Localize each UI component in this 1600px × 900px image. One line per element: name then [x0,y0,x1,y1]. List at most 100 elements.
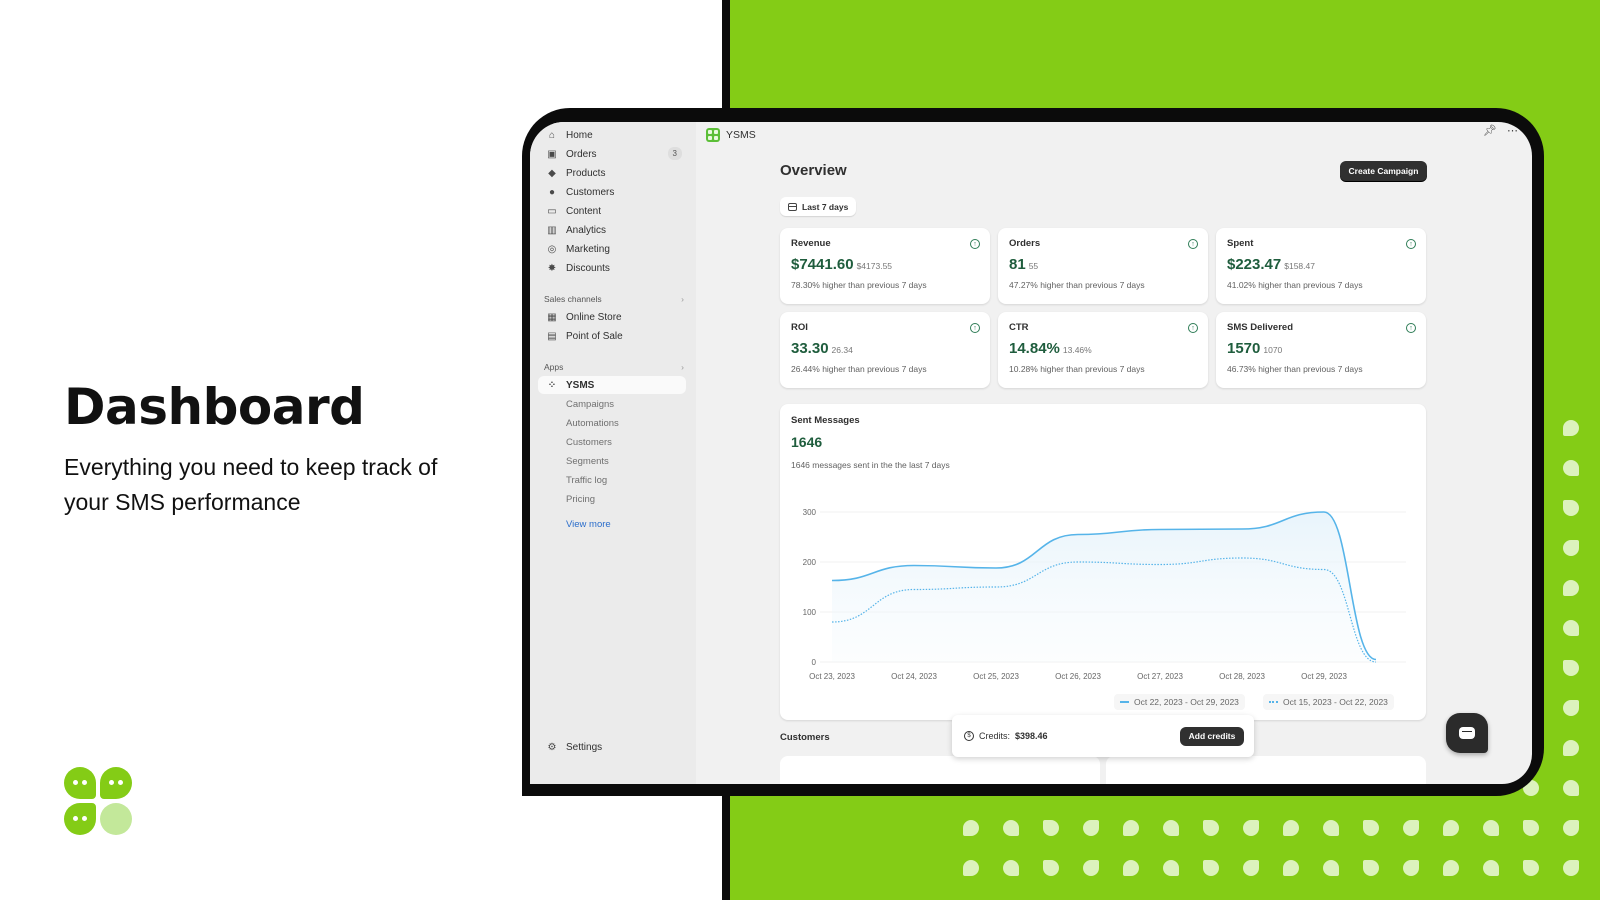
decorative-drop-icon [1123,860,1139,876]
date-range-label: Last 7 days [802,201,849,212]
solid-line-swatch-icon [1120,701,1129,703]
sidebar-item-label: Products [566,167,606,179]
y-tick-label: 0 [812,658,817,667]
bar-chart-icon: ▥ [547,224,557,236]
home-icon: ⌂ [548,129,556,141]
sidebar-item-customers[interactable]: ● Customers [538,183,686,201]
sidebar-item-products[interactable]: ◆ Products [538,164,686,182]
trend-up-icon: ↑ [1406,239,1416,249]
add-credits-button[interactable]: Add credits [1180,726,1244,746]
kpi-label: SMS Delivered [1227,322,1293,333]
decorative-drop-icon [1563,460,1579,476]
y-tick-label: 200 [803,558,817,567]
kpi-previous-value: 26.34 [831,345,853,355]
sidebar-subitem-customers[interactable]: Customers [566,437,612,448]
logo-circle-icon [100,803,132,835]
sidebar-item-label: Online Store [566,311,622,323]
kpi-label: Spent [1227,238,1254,249]
logo-bubble-icon [64,803,96,835]
create-campaign-button[interactable]: Create Campaign [1340,161,1427,181]
kpi-label: CTR [1009,322,1029,333]
decorative-drop-icon [1283,860,1299,876]
sidebar-subitem-pricing[interactable]: Pricing [566,494,595,505]
sidebar-item-label: YSMS [566,379,595,391]
kpi-card-roi: ROI ↑ 33.30 26.34 26.44% higher than prev… [780,312,990,388]
decorative-drop-icon [1163,860,1179,876]
customers-card [780,756,1100,784]
page-title: Overview [780,162,847,179]
sidebar-item-home[interactable]: ⌂ Home [538,126,686,144]
logo-bubble-icon [64,767,96,799]
decorative-drop-icon [1083,820,1099,836]
x-tick-label: Oct 28, 2023 [1219,672,1265,681]
decorative-drop-icon [963,860,979,876]
pos-icon: ▤ [547,330,557,342]
sidebar-item-online-store[interactable]: ▦ Online Store [538,308,686,326]
decorative-drop-icon [1283,820,1299,836]
sidebar-item-point-of-sale[interactable]: ▤ Point of Sale [538,327,686,345]
kpi-card-sms-delivered: SMS Delivered ↑ 1570 1070 46.73% higher t… [1216,312,1426,388]
decorative-drop-icon [1563,740,1579,756]
sidebar-item-label: Analytics [566,224,607,236]
sidebar-item-orders[interactable]: ▣ Orders 3 [538,145,686,163]
app-name: YSMS [726,129,756,141]
dotted-line-swatch-icon [1269,701,1278,703]
legend-item-current[interactable]: Oct 22, 2023 - Oct 29, 2023 [1114,694,1245,710]
sidebar-subitem-campaigns[interactable]: Campaigns [566,399,614,410]
sidebar-subitem-traffic-log[interactable]: Traffic log [566,475,607,486]
sidebar-item-ysms[interactable]: ⁘ YSMS [538,376,686,394]
more-options-icon[interactable]: ⋯ [1507,124,1518,137]
y-tick-label: 100 [803,608,817,617]
inbox-icon: ▣ [547,148,557,160]
image-icon: ▭ [547,205,557,217]
app-screen: ⌂ Home ▣ Orders 3 ◆ Products ● Customers ▭ Con… [530,122,1532,784]
trend-up-icon: ↑ [1188,323,1198,333]
kpi-label: Orders [1009,238,1041,249]
kpi-card-ctr: CTR ↑ 14.84% 13.46% 10.28% higher than pr… [998,312,1208,388]
decorative-drop-icon [1003,860,1019,876]
kpi-card-orders: Orders ↑ 81 55 47.27% higher than previou… [998,228,1208,304]
decorative-drop-icon [1123,820,1139,836]
decorative-drop-icon [1043,820,1059,836]
legend-label: Oct 15, 2023 - Oct 22, 2023 [1283,697,1388,707]
apps-header[interactable]: Apps › [544,362,684,372]
sidebar-item-label: Discounts [566,262,610,274]
sidebar-item-analytics[interactable]: ▥ Analytics [538,221,686,239]
decorative-drop-icon [1403,820,1419,836]
sidebar-item-label: Orders [566,148,597,160]
decorative-drop-icon [1483,820,1499,836]
kpi-value: 14.84% [1009,340,1060,357]
sidebar-item-label: Content [566,205,602,217]
person-icon: ● [548,186,556,198]
decorative-drop-icon [1003,820,1019,836]
decorative-drop-icon [1363,860,1379,876]
chat-button[interactable] [1446,713,1488,753]
x-tick-label: Oct 24, 2023 [891,672,937,681]
date-range-picker[interactable]: Last 7 days [780,197,857,216]
trend-up-icon: ↑ [970,239,980,249]
view-more-link[interactable]: View more [566,519,611,530]
legend-item-previous[interactable]: Oct 15, 2023 - Oct 22, 2023 [1263,694,1394,710]
orders-count-badge: 3 [667,147,682,160]
app-header: YSMS [706,128,756,142]
store-icon: ▦ [547,311,557,323]
x-tick-label: Oct 25, 2023 [973,672,1019,681]
sales-channels-header[interactable]: Sales channels › [544,294,684,304]
sent-messages-subtitle: 1646 messages sent in the the last 7 day… [791,460,950,470]
sidebar-subitem-automations[interactable]: Automations [566,418,619,429]
logo-bubble-icon [100,767,132,799]
sidebar-item-discounts[interactable]: ✸ Discounts [538,259,686,277]
gear-icon: ⚙ [547,741,557,753]
sidebar-item-settings[interactable]: ⚙ Settings [538,738,686,756]
discount-icon: ✸ [547,262,557,274]
sidebar-subitem-segments[interactable]: Segments [566,456,609,467]
decorative-drop-icon [1563,420,1579,436]
pin-icon[interactable]: 📌︎ [1483,124,1497,137]
decorative-drop-icon [1563,700,1579,716]
sidebar-item-content[interactable]: ▭ Content [538,202,686,220]
kpi-note: 78.30% higher than previous 7 days [791,280,927,290]
sidebar-item-label: Marketing [566,243,610,255]
kpi-value: $223.47 [1227,256,1282,273]
sent-messages-card: Sent Messages 1646 1646 messages sent in… [780,404,1426,720]
sidebar-item-marketing[interactable]: ◎ Marketing [538,240,686,258]
